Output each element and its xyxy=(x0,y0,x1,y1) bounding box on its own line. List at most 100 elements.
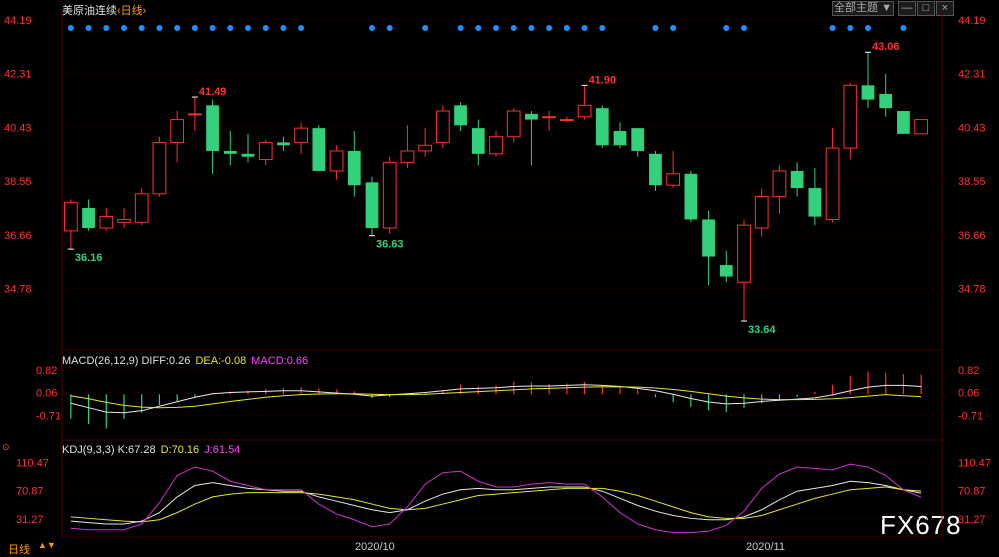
kdj-tick-right: 70.87 xyxy=(958,486,986,498)
event-dot xyxy=(191,25,198,31)
kdj-tick-right: 110.47 xyxy=(958,457,991,469)
kdj-tick-left: 110.47 xyxy=(16,457,49,469)
candle-body-down xyxy=(206,105,219,151)
candle-body-down xyxy=(365,182,379,229)
price-tick-left: 34.78 xyxy=(4,284,32,296)
price-tick-left: 44.19 xyxy=(4,15,32,27)
price-tick-right: 34.78 xyxy=(958,284,986,296)
event-dot xyxy=(457,25,464,31)
candle-body-down xyxy=(613,130,627,146)
event-dot xyxy=(847,25,854,31)
price-tick-right: 42.31 xyxy=(958,69,986,81)
event-dot xyxy=(900,25,907,31)
event-dot xyxy=(581,25,588,31)
macd-tick-left: 0.82 xyxy=(36,365,57,377)
event-dot xyxy=(599,25,606,31)
candle-body-down xyxy=(631,128,645,151)
candle-body-up xyxy=(187,113,202,116)
candle-body-up xyxy=(400,150,415,163)
candle-body-down xyxy=(347,150,361,186)
candle-body-down xyxy=(454,105,467,126)
candle-body-down xyxy=(223,150,237,154)
event-dot xyxy=(510,25,517,31)
macd-tick-right: 0.06 xyxy=(958,388,979,400)
candle-body-up xyxy=(418,144,433,152)
event-dot xyxy=(386,25,393,31)
candle-body-down xyxy=(277,142,290,146)
candle-body-up xyxy=(63,201,78,232)
event-dot xyxy=(475,25,482,31)
event-dot xyxy=(652,25,659,31)
event-dot xyxy=(103,25,110,31)
candle-body-down xyxy=(790,170,804,189)
extreme-label: 33.64 xyxy=(748,324,776,336)
candle-body-up xyxy=(294,127,309,143)
price-tick-right: 40.43 xyxy=(958,122,986,134)
chart-window: 美原油连续 ‹日线› 全部主题 ▼ — □ × MACD(26,12,9) DI… xyxy=(0,0,999,556)
kdj-tick-left: 70.87 xyxy=(16,486,44,498)
candle-body-up xyxy=(382,161,397,229)
price-tick-right: 36.66 xyxy=(958,230,986,242)
event-dot xyxy=(741,25,747,31)
candle-body-up xyxy=(329,150,344,172)
event-dot xyxy=(227,25,234,31)
event-dot xyxy=(298,25,305,31)
extreme-label: 41.49 xyxy=(199,86,227,98)
event-dot xyxy=(121,25,127,31)
price-tick-left: 40.43 xyxy=(4,122,32,134)
event-dot xyxy=(245,25,251,31)
candle-body-down xyxy=(702,219,715,257)
candle-body-up xyxy=(666,173,681,186)
candle-body-down xyxy=(312,128,326,171)
event-dot xyxy=(262,25,269,31)
event-dot xyxy=(422,25,429,31)
candle-body-down xyxy=(879,93,893,109)
candle-body-up xyxy=(559,119,574,122)
extreme-label: 36.63 xyxy=(376,239,404,251)
candle-body-down xyxy=(595,108,609,146)
event-dot xyxy=(138,25,145,31)
event-dot xyxy=(493,25,499,31)
extreme-label: 41.90 xyxy=(589,74,617,86)
extreme-label: 43.06 xyxy=(872,41,900,53)
candle-body-up xyxy=(134,193,149,223)
kdj-tick-right: 31.27 xyxy=(958,514,986,526)
macd-tick-right: -0.71 xyxy=(958,410,983,422)
candle-body-up xyxy=(99,216,114,229)
candle-body-up xyxy=(152,141,167,195)
event-dot xyxy=(670,25,677,31)
candle-body-up xyxy=(489,136,503,155)
candle-body-down xyxy=(808,188,822,217)
macd-tick-right: 0.82 xyxy=(958,365,979,377)
event-dot xyxy=(528,25,535,31)
event-dot xyxy=(829,25,836,31)
candle-body-down xyxy=(82,208,95,229)
candle-body-up xyxy=(170,119,185,143)
event-dot xyxy=(369,25,375,31)
candle-body-down xyxy=(649,153,662,186)
candle-body-up xyxy=(914,119,929,135)
candle-body-up xyxy=(577,104,592,118)
kdj-d-line xyxy=(70,486,922,523)
extreme-label: 36.16 xyxy=(75,252,103,264)
candle-body-up xyxy=(117,218,131,223)
candle-body-up xyxy=(435,110,450,143)
event-dot xyxy=(865,25,871,31)
candle-body-up xyxy=(772,170,787,198)
macd-tick-left: 0.06 xyxy=(36,388,57,400)
candle-body-up xyxy=(825,147,840,220)
event-dot xyxy=(563,25,570,31)
event-dot xyxy=(546,25,553,31)
price-tick-right: 38.55 xyxy=(958,176,986,188)
event-dot xyxy=(209,25,216,31)
candle-body-up xyxy=(542,116,557,119)
price-tick-left: 38.55 xyxy=(4,176,32,188)
candle-body-down xyxy=(684,173,698,220)
candle-body-down xyxy=(241,153,255,157)
kdj-tick-left: 31.27 xyxy=(16,514,44,526)
candle-body-up xyxy=(258,141,273,161)
event-dot xyxy=(67,25,74,31)
macd-tick-left: -0.71 xyxy=(36,410,61,422)
candle-body-down xyxy=(861,85,875,100)
candle-body-up xyxy=(506,110,521,138)
